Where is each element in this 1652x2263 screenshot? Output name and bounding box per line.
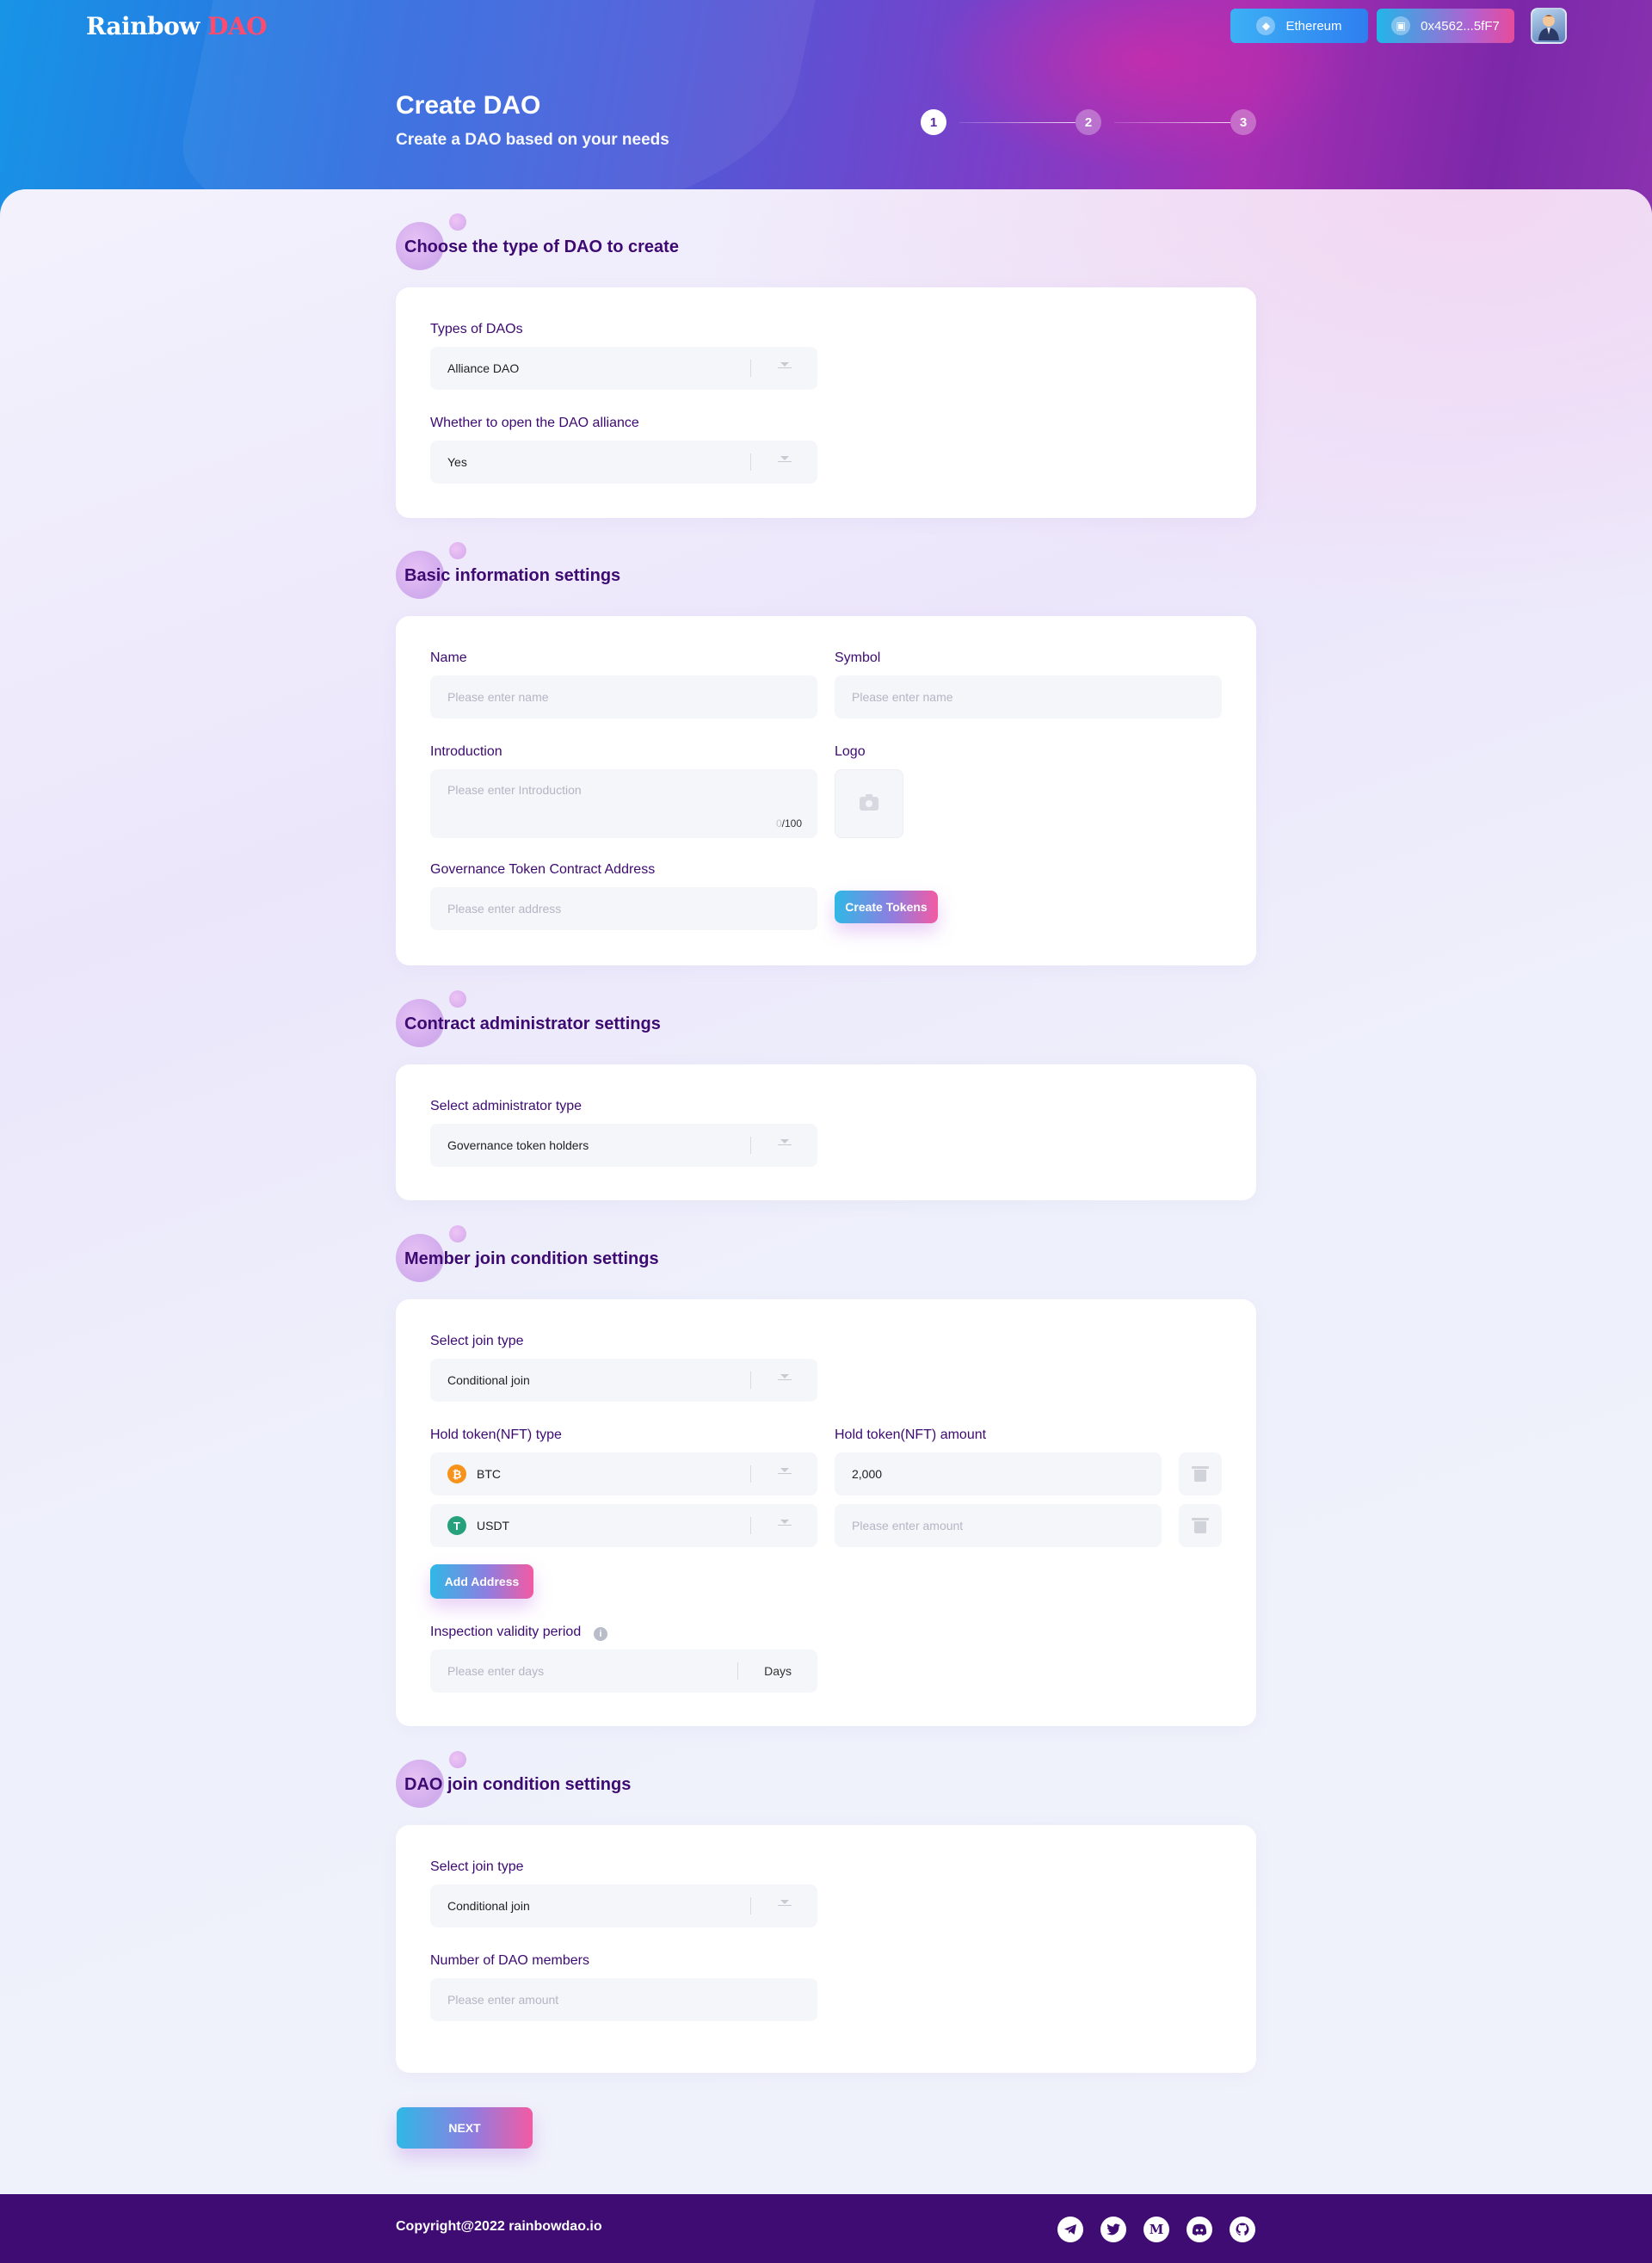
step-3: 3 <box>1230 109 1256 135</box>
camera-icon <box>860 794 878 811</box>
member-join-card: Select join type Conditional join Hold t… <box>396 1299 1256 1726</box>
governance-address-input[interactable]: Please enter address <box>430 887 817 930</box>
delete-token-button[interactable] <box>1179 1504 1222 1547</box>
character-counter: 0/100 <box>775 817 802 829</box>
copyright-text: Copyright@2022 rainbowdao.io <box>396 2219 602 2234</box>
chevron-down-icon <box>778 1374 792 1384</box>
twitter-icon[interactable] <box>1100 2217 1126 2242</box>
introduction-textarea[interactable]: Please enter Introduction 0/100 <box>430 769 817 838</box>
chevron-down-icon <box>778 1900 792 1910</box>
days-suffix: Days <box>764 1664 792 1678</box>
step-indicator: 1 2 3 <box>921 109 1256 135</box>
trash-icon <box>1192 1518 1209 1533</box>
page-title: Create DAO <box>396 91 541 120</box>
usdt-icon: T <box>447 1516 466 1535</box>
chevron-down-icon <box>778 1139 792 1150</box>
name-input[interactable]: Please enter name <box>430 675 817 718</box>
chevron-down-icon <box>778 1520 792 1530</box>
discord-icon[interactable] <box>1187 2217 1212 2242</box>
dao-join-type-select[interactable]: Conditional join <box>430 1884 817 1927</box>
validity-days-input[interactable]: Please enter days Days <box>430 1649 817 1693</box>
add-address-button[interactable]: Add Address <box>430 1564 533 1599</box>
wallet-icon: ▣ <box>1391 16 1411 35</box>
chevron-down-icon <box>778 1468 792 1478</box>
dao-join-card: Select join type Conditional join Number… <box>396 1825 1256 2073</box>
open-alliance-select[interactable]: Yes <box>430 441 817 484</box>
step-1: 1 <box>921 109 946 135</box>
ethereum-icon: ◆ <box>1256 16 1276 35</box>
symbol-input[interactable]: Please enter name <box>835 675 1222 718</box>
footer: Copyright@2022 rainbowdao.io M <box>0 2194 1652 2263</box>
chevron-down-icon <box>778 456 792 466</box>
page-subtitle: Create a DAO based on your needs <box>396 131 669 149</box>
member-join-type-select[interactable]: Conditional join <box>430 1359 817 1402</box>
dao-members-input[interactable]: Please enter amount <box>430 1978 817 2021</box>
chevron-down-icon <box>778 362 792 373</box>
admin-type-select[interactable]: Governance token holders <box>430 1124 817 1167</box>
next-button[interactable]: NEXT <box>397 2107 533 2149</box>
trash-icon <box>1192 1466 1209 1482</box>
logo-upload[interactable] <box>835 769 903 838</box>
token-amount-input[interactable]: 2,000 <box>835 1452 1162 1495</box>
create-tokens-button[interactable]: Create Tokens <box>835 891 938 923</box>
medium-icon[interactable]: M <box>1143 2217 1169 2242</box>
info-icon[interactable]: i <box>594 1627 607 1641</box>
token-amount-input[interactable]: Please enter amount <box>835 1504 1162 1547</box>
form-container: Choose the type of DAO to create Types o… <box>0 189 1652 2194</box>
telegram-icon[interactable] <box>1057 2217 1083 2242</box>
step-2: 2 <box>1076 109 1101 135</box>
dao-type-select[interactable]: Alliance DAO <box>430 347 817 390</box>
github-icon[interactable] <box>1230 2217 1255 2242</box>
basic-info-card: Name Please enter name Symbol Please ent… <box>396 616 1256 965</box>
btc-icon: ₿ <box>447 1464 466 1483</box>
dao-type-card: Types of DAOs Alliance DAO Whether to op… <box>396 287 1256 518</box>
rainbow-dao-logo[interactable]: Rainbow DAO <box>86 12 268 40</box>
token-type-select[interactable]: ₿ BTC <box>430 1452 817 1495</box>
network-button[interactable]: ◆ Ethereum <box>1230 9 1368 43</box>
wallet-button[interactable]: ▣ 0x4562...5fF7 <box>1377 9 1514 43</box>
delete-token-button[interactable] <box>1179 1452 1222 1495</box>
token-type-select[interactable]: T USDT <box>430 1504 817 1547</box>
user-avatar[interactable] <box>1531 8 1567 44</box>
admin-card: Select administrator type Governance tok… <box>396 1064 1256 1200</box>
